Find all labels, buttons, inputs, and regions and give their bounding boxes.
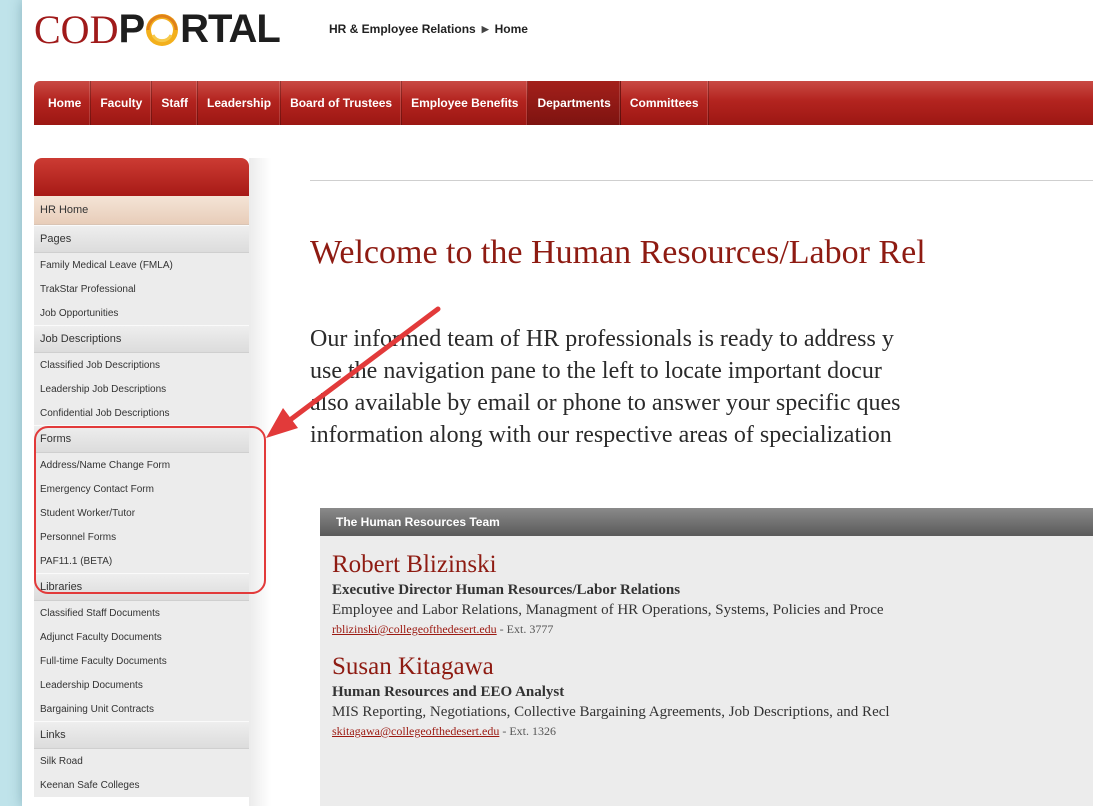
nav-leadership[interactable]: Leadership bbox=[198, 81, 282, 125]
sidebar-link-silk-road[interactable]: Silk Road bbox=[34, 749, 249, 773]
content-divider bbox=[310, 180, 1093, 181]
team-member: Susan Kitagawa Human Resources and EEO A… bbox=[320, 652, 1093, 740]
nav-faculty[interactable]: Faculty bbox=[91, 81, 153, 125]
sidebar-section-links: Links bbox=[34, 721, 249, 749]
logo-portal-text: P RTAL bbox=[118, 6, 281, 52]
sidebar-link-keenan[interactable]: Keenan Safe Colleges bbox=[34, 773, 249, 797]
sidebar-link-leadership-jd[interactable]: Leadership Job Descriptions bbox=[34, 377, 249, 401]
page: COD P RTAL HR & Employee Relations ▶ Hom… bbox=[22, 0, 1093, 806]
intro-line: Our informed team of HR professionals is… bbox=[310, 326, 894, 352]
intro-line: information along with our respective ar… bbox=[310, 422, 892, 448]
member-title: Human Resources and EEO Analyst bbox=[332, 684, 565, 700]
nav-employee-benefits[interactable]: Employee Benefits bbox=[402, 81, 529, 125]
breadcrumb-separator-icon: ▶ bbox=[481, 23, 489, 34]
logo-cod-text: COD bbox=[34, 6, 119, 52]
member-description: MIS Reporting, Negotiations, Collective … bbox=[332, 704, 890, 720]
sidebar-link-adjunct-docs[interactable]: Adjunct Faculty Documents bbox=[34, 625, 249, 649]
sidebar-link-classified-jd[interactable]: Classified Job Descriptions bbox=[34, 353, 249, 377]
team-panel-header: The Human Resources Team bbox=[320, 508, 1093, 536]
breadcrumb: HR & Employee Relations ▶ Home bbox=[329, 22, 528, 36]
member-contact: rblizinski@collegeofthedesert.edu - Ext.… bbox=[332, 620, 1093, 638]
member-title: Executive Director Human Resources/Labor… bbox=[332, 582, 681, 598]
nav-staff[interactable]: Staff bbox=[152, 81, 199, 125]
hr-team-panel: The Human Resources Team Robert Blizinsk… bbox=[320, 508, 1093, 806]
member-name: Susan Kitagawa bbox=[332, 653, 494, 680]
page-title: Welcome to the Human Resources/Labor Rel bbox=[310, 234, 926, 271]
nav-board-of-trustees[interactable]: Board of Trustees bbox=[281, 81, 403, 125]
sidebar-link-confidential-jd[interactable]: Confidential Job Descriptions bbox=[34, 401, 249, 425]
member-extension: - Ext. 1326 bbox=[499, 724, 556, 738]
member-email-link[interactable]: rblizinski@collegeofthedesert.edu bbox=[332, 622, 497, 636]
team-member: Robert Blizinski Executive Director Huma… bbox=[320, 550, 1093, 638]
member-contact: skitagawa@collegeofthedesert.edu - Ext. … bbox=[332, 722, 1093, 740]
main-nav: Home Faculty Staff Leadership Board of T… bbox=[34, 81, 1093, 125]
sidebar-item-hr-home[interactable]: HR Home bbox=[34, 196, 249, 225]
sidebar-link-bargaining-contracts[interactable]: Bargaining Unit Contracts bbox=[34, 697, 249, 721]
sun-logo-icon bbox=[145, 12, 179, 46]
intro-paragraph: Our informed team of HR professionals is… bbox=[310, 323, 1093, 451]
intro-line: also available by email or phone to answ… bbox=[310, 390, 901, 416]
intro-line: use the navigation pane to the left to l… bbox=[310, 358, 882, 384]
nav-committees[interactable]: Committees bbox=[621, 81, 709, 125]
sidebar-link-fulltime-docs[interactable]: Full-time Faculty Documents bbox=[34, 649, 249, 673]
member-name: Robert Blizinski bbox=[332, 551, 497, 578]
logo-p-letter: P bbox=[118, 6, 145, 51]
sidebar-link-fmla[interactable]: Family Medical Leave (FMLA) bbox=[34, 253, 249, 277]
breadcrumb-home[interactable]: Home bbox=[495, 22, 528, 36]
cod-portal-logo[interactable]: COD P RTAL bbox=[34, 4, 281, 54]
sidebar-section-job-descriptions: Job Descriptions bbox=[34, 325, 249, 353]
logo-rtal-letters: RTAL bbox=[180, 6, 281, 51]
sidebar-link-classified-docs[interactable]: Classified Staff Documents bbox=[34, 601, 249, 625]
sidebar-link-trakstar[interactable]: TrakStar Professional bbox=[34, 277, 249, 301]
member-description: Employee and Labor Relations, Managment … bbox=[332, 602, 884, 618]
member-extension: - Ext. 3777 bbox=[496, 622, 554, 636]
sidebar-section-pages: Pages bbox=[34, 225, 249, 253]
nav-home[interactable]: Home bbox=[34, 81, 92, 125]
sidebar-header bbox=[34, 158, 249, 196]
sidebar-link-job-opportunities[interactable]: Job Opportunities bbox=[34, 301, 249, 325]
nav-departments[interactable]: Departments bbox=[528, 81, 621, 125]
breadcrumb-hr-link[interactable]: HR & Employee Relations bbox=[329, 22, 476, 36]
member-email-link[interactable]: skitagawa@collegeofthedesert.edu bbox=[332, 724, 499, 738]
sidebar-link-leadership-docs[interactable]: Leadership Documents bbox=[34, 673, 249, 697]
forms-highlight-box bbox=[34, 426, 266, 594]
